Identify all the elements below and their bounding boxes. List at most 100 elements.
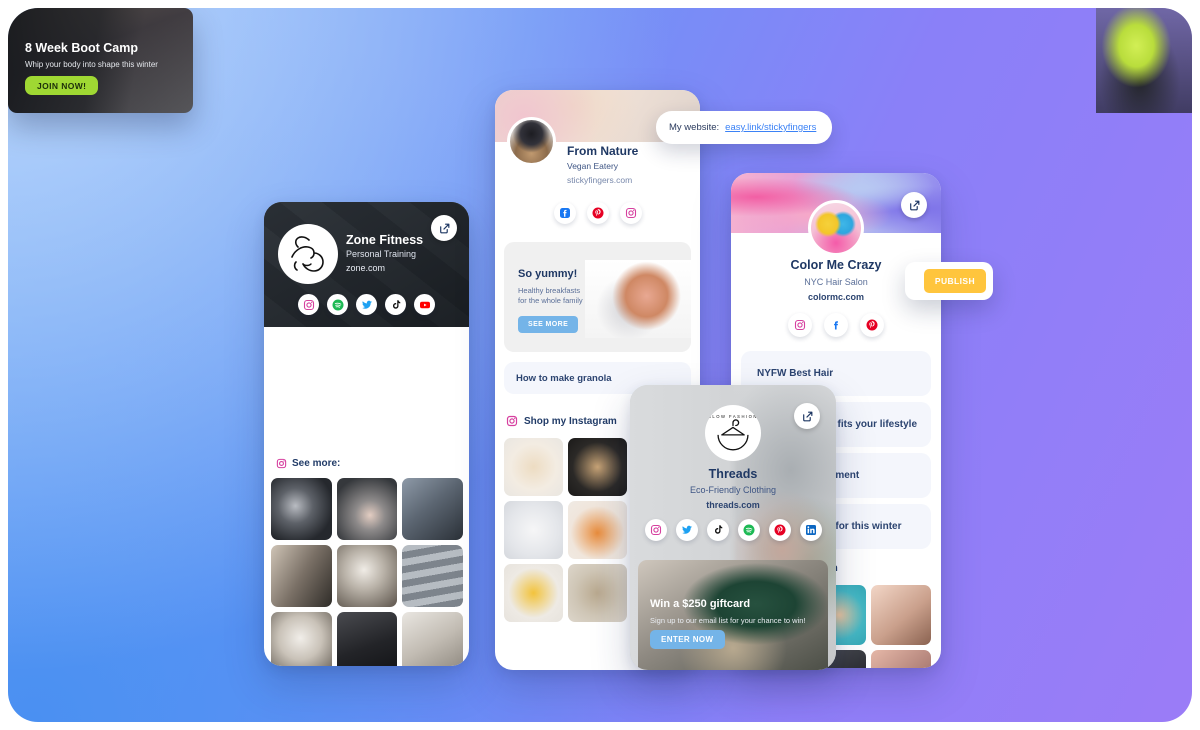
- tiktok-social-button[interactable]: [706, 519, 729, 541]
- photo-thumbnail[interactable]: [402, 478, 463, 540]
- boot-camp-title: 8 Week Boot Camp: [25, 41, 138, 55]
- threads-name: Threads: [708, 467, 758, 481]
- color-social-row[interactable]: [731, 313, 941, 337]
- giftcard-promo-card[interactable]: Win a $250 giftcard Sign up to our email…: [638, 560, 828, 670]
- youtube-icon: [419, 301, 430, 308]
- flexed-biceps-logo-icon: [291, 236, 324, 272]
- photo-thumbnail[interactable]: [336, 478, 398, 540]
- linkedin-social-button[interactable]: [799, 519, 822, 541]
- photo-thumbnail[interactable]: [504, 564, 563, 622]
- share-icon: [439, 223, 449, 233]
- zone-social-row[interactable]: [264, 294, 469, 315]
- photo-thumbnail[interactable]: [568, 438, 627, 496]
- instagram-social-button[interactable]: [619, 202, 642, 224]
- instagram-icon: [276, 458, 287, 469]
- threads-website: threads.com: [706, 500, 760, 510]
- zone-avatar: [278, 224, 338, 284]
- share-button[interactable]: [794, 403, 820, 429]
- threads-tagline: Eco-Friendly Clothing: [689, 485, 777, 495]
- facebook-social-button[interactable]: [553, 202, 576, 224]
- photo-thumbnail[interactable]: [568, 564, 627, 622]
- pinterest-social-button[interactable]: [860, 313, 884, 337]
- threads-avatar: SLOW FASHION: [705, 405, 761, 461]
- zone-fitness-name: Zone Fitness: [346, 233, 424, 247]
- tiktok-icon: [714, 525, 722, 534]
- photo-thumbnail[interactable]: [871, 585, 931, 645]
- zone-cover-photo: Zone Fitness Personal Training zone.com: [264, 202, 469, 327]
- photo-thumbnail[interactable]: [336, 612, 398, 666]
- zone-see-more-row[interactable]: See more:: [276, 458, 340, 469]
- pinterest-social-button[interactable]: [768, 519, 791, 541]
- pinterest-social-button[interactable]: [586, 202, 609, 224]
- photo-thumbnail[interactable]: [271, 545, 332, 607]
- facebook-icon: [559, 208, 570, 218]
- boot-camp-subtitle: Whip your body into shape this winter: [25, 60, 158, 69]
- pinterest-icon: [592, 207, 603, 219]
- my-website-label: My website:: [669, 122, 720, 133]
- instagram-icon: [794, 319, 806, 331]
- gradient-backdrop: Zone Fitness Personal Training zone.com: [8, 8, 1192, 722]
- my-website-link[interactable]: easy.link/stickyfingers: [725, 122, 816, 133]
- photo-thumbnail[interactable]: [271, 478, 332, 540]
- giftcard-title: Win a $250 giftcard: [650, 598, 751, 610]
- spotify-social-button[interactable]: [737, 519, 760, 541]
- photo-thumbnail[interactable]: [402, 545, 463, 607]
- pinterest-icon: [866, 319, 878, 331]
- screenshot-stage: Zone Fitness Personal Training zone.com: [0, 0, 1200, 730]
- nature-social-row[interactable]: [495, 202, 700, 224]
- instagram-icon: [303, 299, 314, 310]
- share-icon: [909, 200, 919, 210]
- photo-thumbnail[interactable]: [271, 612, 332, 666]
- share-icon: [802, 411, 812, 421]
- tiktok-social-button[interactable]: [385, 294, 406, 315]
- so-yummy-promo-card[interactable]: So yummy! Healthy breakfasts for the who…: [504, 242, 691, 352]
- twitter-icon: [361, 300, 372, 309]
- instagram-icon: [650, 524, 661, 536]
- zone-see-more-label: See more:: [292, 458, 341, 469]
- instagram-social-button[interactable]: [788, 313, 812, 337]
- nature-shop-instagram-row[interactable]: Shop my Instagram: [506, 415, 617, 427]
- so-yummy-subtitle-line1: Healthy breakfasts: [518, 286, 581, 295]
- share-button[interactable]: [431, 215, 457, 241]
- granola-photo: [585, 260, 691, 338]
- photo-thumbnail[interactable]: [568, 501, 627, 559]
- my-website-tooltip[interactable]: My website: easy.link/stickyfingers: [656, 111, 832, 144]
- facebook-icon: [834, 321, 838, 330]
- photo-thumbnail[interactable]: [504, 501, 563, 559]
- twitter-icon: [681, 525, 692, 534]
- twitter-social-button[interactable]: [356, 294, 377, 315]
- svg-text:SLOW FASHION: SLOW FASHION: [708, 414, 758, 419]
- so-yummy-subtitle-line2: for the whole family: [518, 296, 583, 306]
- photo-thumbnail[interactable]: [871, 650, 931, 668]
- zone-fitness-card[interactable]: Zone Fitness Personal Training zone.com: [264, 202, 469, 666]
- threads-card[interactable]: SLOW FASHION Threads Eco-Friendly Clothi…: [630, 385, 836, 670]
- boot-camp-promo-card[interactable]: 8 Week Boot Camp Whip your body into sha…: [8, 8, 1192, 113]
- photo-thumbnail[interactable]: [402, 612, 463, 666]
- publish-button[interactable]: PUBLISH: [923, 269, 986, 293]
- so-yummy-subtitle: Healthy breakfasts for the whole family: [518, 286, 583, 306]
- from-nature-website: stickyfingers.com: [567, 175, 633, 185]
- enter-now-button[interactable]: ENTER NOW: [650, 630, 725, 649]
- from-nature-name: From Nature: [567, 144, 639, 158]
- facebook-social-button[interactable]: [824, 313, 848, 337]
- spotify-social-button[interactable]: [327, 294, 348, 315]
- publish-floating-card[interactable]: PUBLISH: [905, 262, 993, 300]
- youtube-social-button[interactable]: [414, 294, 435, 315]
- pinterest-icon: [774, 524, 785, 536]
- see-more-button[interactable]: SEE MORE: [518, 316, 579, 333]
- zone-fitness-tagline: Personal Training: [346, 249, 417, 259]
- giftcard-subtitle: Sign up to our email list for your chanc…: [650, 616, 806, 625]
- threads-social-row[interactable]: [630, 519, 836, 541]
- from-nature-tagline: Vegan Eatery: [567, 161, 619, 171]
- zone-photo-grid[interactable]: [271, 478, 463, 666]
- instagram-social-button[interactable]: [644, 519, 667, 541]
- twitter-social-button[interactable]: [675, 519, 698, 541]
- photo-thumbnail[interactable]: [504, 438, 563, 496]
- spotify-icon: [743, 524, 754, 536]
- instagram-social-button[interactable]: [298, 294, 319, 315]
- photo-thumbnail[interactable]: [336, 545, 398, 607]
- tiktok-icon: [392, 299, 400, 309]
- so-yummy-title: So yummy!: [518, 268, 578, 280]
- share-button[interactable]: [901, 192, 927, 218]
- join-now-button[interactable]: JOIN NOW!: [25, 76, 99, 95]
